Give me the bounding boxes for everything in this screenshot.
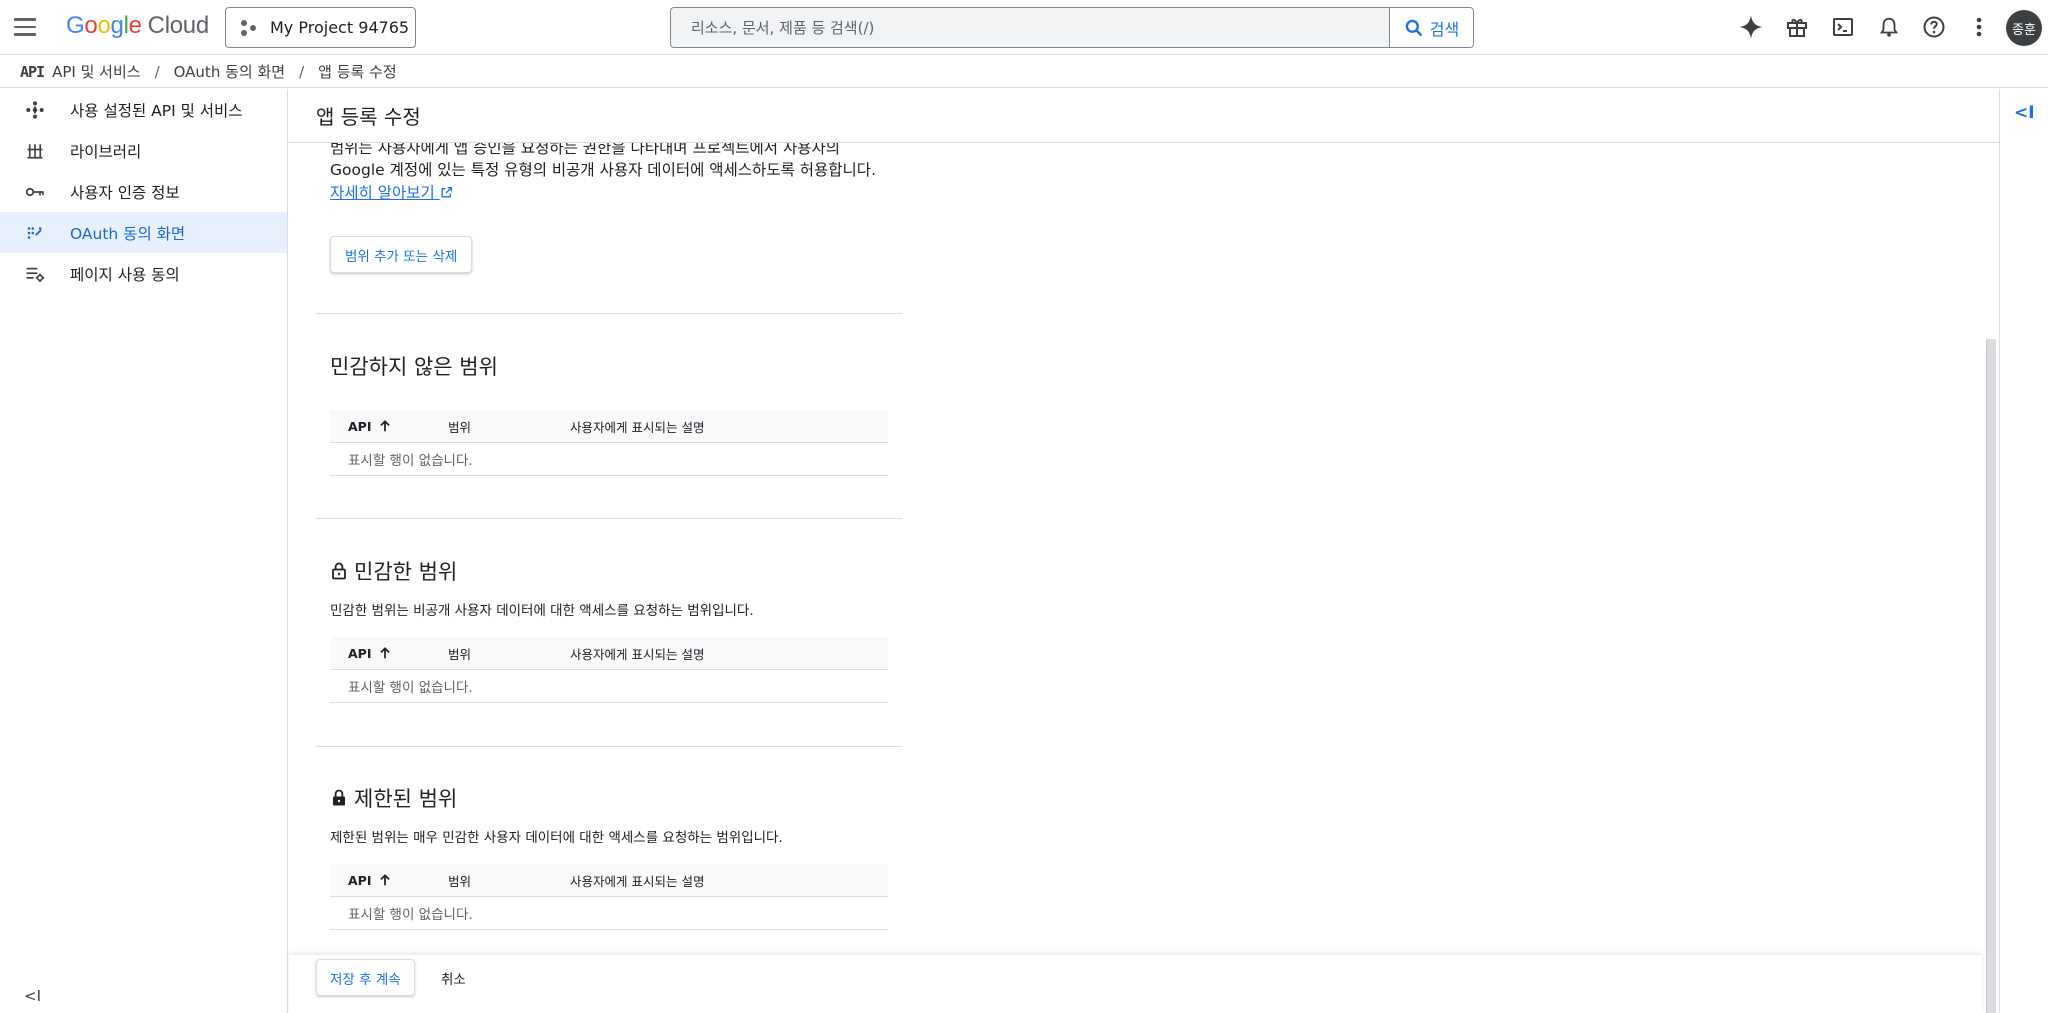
column-header-user-description: 사용자에게 표시되는 설명	[570, 646, 705, 662]
sidebar-item-enabled-apis[interactable]: 사용 설정된 API 및 서비스	[0, 89, 287, 130]
scopes-intro-text: 범위는 사용자에게 앱 승인을 요청하는 권한을 나타내며 프로젝트에서 사용자…	[330, 143, 876, 179]
column-header-api[interactable]: API	[330, 419, 448, 434]
project-name: My Project 94765	[270, 18, 410, 37]
breadcrumb-separator: /	[299, 62, 305, 81]
key-icon	[24, 181, 46, 203]
restricted-scopes-table: API 범위 사용자에게 표시되는 설명 표시할 행이 없습니다.	[330, 864, 888, 930]
more-vert-icon[interactable]	[1964, 12, 1994, 42]
sidebar-item-page-usage[interactable]: 페이지 사용 동의	[0, 253, 287, 294]
sidebar-collapse-icon[interactable]: <I	[24, 987, 41, 1005]
non-sensitive-scopes-heading: 민감하지 않은 범위	[330, 355, 498, 379]
library-icon	[24, 140, 46, 162]
google-cloud-logo[interactable]: Google Cloud	[66, 12, 209, 40]
cloud-shell-terminal-icon[interactable]	[1828, 12, 1858, 42]
sidebar-item-oauth-consent[interactable]: OAuth 동의 화면	[0, 212, 287, 253]
sidebar: 사용 설정된 API 및 서비스 라이브러리 사용자 인증 정보 OAuth 동…	[0, 89, 288, 1013]
save-and-continue-button[interactable]: 저장 후 계속	[316, 959, 415, 996]
sidebar-item-library[interactable]: 라이브러리	[0, 130, 287, 171]
column-header-user-description: 사용자에게 표시되는 설명	[570, 419, 705, 435]
scrollbar-track[interactable]	[1982, 143, 1999, 1013]
search-icon	[1405, 19, 1423, 36]
search-input[interactable]	[691, 18, 1390, 37]
add-remove-scopes-button[interactable]: 범위 추가 또는 삭제	[330, 236, 473, 273]
cancel-button[interactable]: 취소	[431, 959, 476, 996]
breadcrumb-item-edit-app: 앱 등록 수정	[318, 63, 397, 81]
column-header-api[interactable]: API	[330, 873, 448, 888]
breadcrumb: API API 및 서비스 / OAuth 동의 화면 / 앱 등록 수정	[0, 56, 2048, 88]
table-empty-row: 표시할 행이 없습니다.	[330, 443, 888, 476]
restricted-scopes-description: 제한된 범위는 매우 민감한 사용자 데이터에 대한 액세스를 요청하는 범위입…	[330, 830, 783, 846]
oauth-consent-icon	[24, 222, 46, 244]
search-button[interactable]: 검색	[1389, 7, 1474, 48]
lock-icon	[333, 789, 345, 806]
right-panel-rail: <I	[1999, 89, 2048, 1013]
table-header: API 범위 사용자에게 표시되는 설명	[330, 864, 888, 897]
api-diamond-icon	[24, 99, 46, 121]
column-header-user-description: 사용자에게 표시되는 설명	[570, 873, 705, 889]
section-divider	[316, 746, 902, 747]
gemini-sparkle-icon[interactable]	[1736, 12, 1766, 42]
project-hierarchy-icon	[240, 19, 258, 37]
breadcrumb-separator: /	[154, 62, 160, 81]
restricted-scopes-heading: 제한된 범위	[330, 783, 457, 813]
page-title: 앱 등록 수정	[289, 89, 1999, 143]
project-picker-button[interactable]: My Project 94765	[225, 7, 416, 48]
sidebar-item-credentials[interactable]: 사용자 인증 정보	[0, 171, 287, 212]
hamburger-menu-icon[interactable]	[14, 13, 44, 41]
learn-more-link[interactable]: 자세히 알아보기	[330, 181, 453, 203]
sensitive-scopes-heading: 민감한 범위	[330, 556, 457, 586]
form-action-bar: 저장 후 계속 취소	[289, 955, 1982, 1013]
external-link-icon	[441, 186, 452, 198]
sensitive-scopes-description: 민감한 범위는 비공개 사용자 데이터에 대한 액세스를 요청하는 범위입니다.	[330, 603, 754, 619]
scrollbar-thumb[interactable]	[1986, 339, 1996, 1013]
section-divider	[316, 518, 902, 519]
help-icon[interactable]	[1919, 12, 1949, 42]
notifications-bell-icon[interactable]	[1874, 12, 1904, 42]
page-usage-icon	[24, 263, 46, 285]
sensitive-scopes-table: API 범위 사용자에게 표시되는 설명 표시할 행이 없습니다.	[330, 637, 888, 703]
scopes-content: 범위는 사용자에게 앱 승인을 요청하는 권한을 나타내며 프로젝트에서 사용자…	[316, 143, 902, 1013]
account-avatar[interactable]: 종훈	[2006, 10, 2042, 46]
column-header-api[interactable]: API	[330, 646, 448, 661]
top-bar: GoogleCloud My Project 94765 검색 종훈	[0, 0, 2048, 55]
table-header: API 범위 사용자에게 표시되는 설명	[330, 410, 888, 443]
breadcrumb-item-api-services[interactable]: API 및 서비스	[52, 61, 140, 82]
table-header: API 범위 사용자에게 표시되는 설명	[330, 637, 888, 670]
search-field[interactable]	[670, 7, 1390, 48]
sort-arrow-up-icon	[379, 874, 390, 886]
table-empty-row: 표시할 행이 없습니다.	[330, 897, 888, 930]
lock-open-outline-icon	[332, 562, 346, 580]
column-header-scope: 범위	[448, 419, 472, 435]
section-divider	[316, 313, 902, 314]
gift-icon[interactable]	[1782, 12, 1812, 42]
api-logo-icon: API	[20, 62, 45, 81]
column-header-scope: 범위	[448, 646, 472, 662]
non-sensitive-scopes-table: API 범위 사용자에게 표시되는 설명 표시할 행이 없습니다.	[330, 410, 888, 476]
panel-expand-icon[interactable]: <I	[2014, 103, 2035, 123]
sort-arrow-up-icon	[379, 420, 390, 432]
table-empty-row: 표시할 행이 없습니다.	[330, 670, 888, 703]
breadcrumb-item-oauth-consent[interactable]: OAuth 동의 화면	[174, 61, 285, 82]
column-header-scope: 범위	[448, 873, 472, 889]
sort-arrow-up-icon	[379, 647, 390, 659]
